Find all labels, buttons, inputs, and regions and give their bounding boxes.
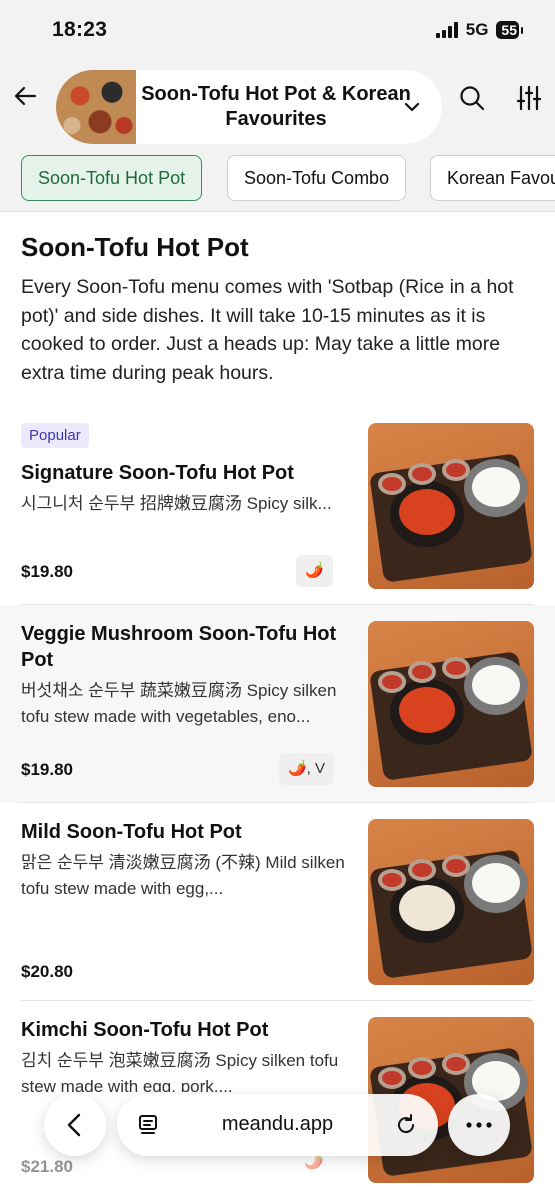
arrow-left-icon — [14, 86, 37, 106]
popular-badge: Popular — [21, 423, 89, 448]
menu-item[interactable]: Veggie Mushroom Soon-Tofu Hot Pot 버섯채소 순… — [0, 605, 555, 803]
search-icon — [460, 86, 485, 111]
category-tabs: Soon-Tofu Hot Pot Soon-Tofu Combo Korean… — [0, 150, 555, 212]
sliders-icon — [516, 85, 542, 111]
more-icon — [466, 1122, 492, 1128]
item-image — [368, 423, 534, 589]
item-description: 맑은 순두부 清淡嫩豆腐汤 (不辣) Mild silken tofu stew… — [21, 853, 345, 898]
item-price: $20.80 — [21, 962, 73, 981]
status-time: 18:23 — [52, 18, 108, 41]
browser-address-bar[interactable]: meandu.app — [117, 1094, 438, 1156]
search-button[interactable] — [458, 84, 486, 112]
item-price: $19.80 — [21, 562, 73, 581]
tab-soon-tofu-combo[interactable]: Soon-Tofu Combo — [227, 155, 407, 201]
item-name: Mild Soon-Tofu Hot Pot — [21, 821, 242, 843]
menu-item[interactable]: Mild Soon-Tofu Hot Pot 맑은 순두부 清淡嫩豆腐汤 (不辣… — [0, 803, 555, 1001]
item-image — [368, 621, 534, 787]
menu-title: Soon-Tofu Hot Pot & Korean Favourites — [141, 83, 411, 130]
menu-category-selector[interactable]: Soon-Tofu Hot Pot & Korean Favourites — [56, 70, 442, 144]
item-description: 시그니처 순두부 招牌嫩豆腐汤 Spicy silk... — [21, 494, 332, 513]
tab-korean-favourites[interactable]: Korean Favourites — [430, 155, 555, 201]
section-title: Soon-Tofu Hot Pot — [21, 232, 249, 262]
menu-thumbnail — [56, 70, 136, 144]
item-description: 김치 순두부 泡菜嫩豆腐汤 Spicy silken tofu stew mad… — [21, 1051, 339, 1092]
browser-back-button[interactable] — [44, 1094, 106, 1156]
tab-soon-tofu-hot-pot[interactable]: Soon-Tofu Hot Pot — [21, 155, 203, 201]
url-text: meandu.app — [221, 1113, 334, 1135]
item-name: Kimchi Soon-Tofu Hot Pot — [21, 1019, 269, 1041]
item-description: 버섯채소 순두부 蔬菜嫩豆腐汤 Spicy silken tofu stew m… — [21, 681, 337, 726]
reload-icon[interactable] — [394, 1113, 418, 1137]
section-description: Every Soon-Tofu menu comes with 'Sotbap … — [21, 276, 514, 384]
status-bar: 18:23 5G 55 — [0, 0, 555, 62]
browser-more-button[interactable] — [448, 1094, 510, 1156]
dietary-tags: 🌶️ — [296, 555, 333, 587]
item-name: Signature Soon-Tofu Hot Pot — [21, 462, 294, 484]
status-indicators: 5G 55 — [435, 20, 519, 40]
item-price: $19.80 — [21, 760, 73, 779]
battery-icon: 55 — [496, 21, 519, 39]
item-image — [368, 819, 534, 985]
item-price: $21.80 — [21, 1157, 73, 1176]
network-label: 5G — [465, 20, 489, 39]
menu-item[interactable]: Popular Signature Soon-Tofu Hot Pot 시그니처… — [0, 407, 555, 605]
chevron-down-icon — [404, 102, 420, 112]
item-name: Veggie Mushroom Soon-Tofu Hot Pot — [21, 623, 337, 671]
dietary-tags: 🌶️, V — [279, 753, 335, 785]
filter-button[interactable] — [515, 84, 543, 112]
signal-icon — [435, 22, 458, 38]
chevron-left-icon — [67, 1113, 81, 1137]
back-button[interactable] — [12, 82, 40, 110]
header: Soon-Tofu Hot Pot & Korean Favourites — [0, 62, 555, 150]
